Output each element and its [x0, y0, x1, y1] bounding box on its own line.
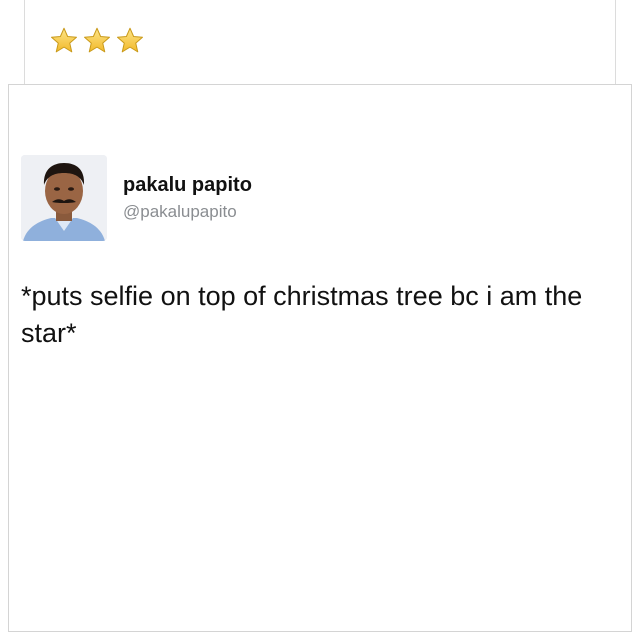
display-name[interactable]: pakalu papito — [123, 173, 252, 197]
star-icon — [115, 26, 145, 56]
tweet-text: *puts selfie on top of christmas tree bc… — [21, 281, 583, 348]
tweet-card: pakalu papito @pakalupapito *puts selfie… — [8, 84, 632, 632]
page: pakalu papito @pakalupapito *puts selfie… — [0, 0, 640, 640]
avatar[interactable] — [21, 155, 107, 241]
rating-strip — [24, 0, 616, 84]
user-handle[interactable]: @pakalupapito — [123, 201, 252, 223]
star-icon — [49, 26, 79, 56]
user-info: pakalu papito @pakalupapito — [123, 173, 252, 223]
star-icon — [82, 26, 112, 56]
star-rating — [49, 26, 145, 56]
